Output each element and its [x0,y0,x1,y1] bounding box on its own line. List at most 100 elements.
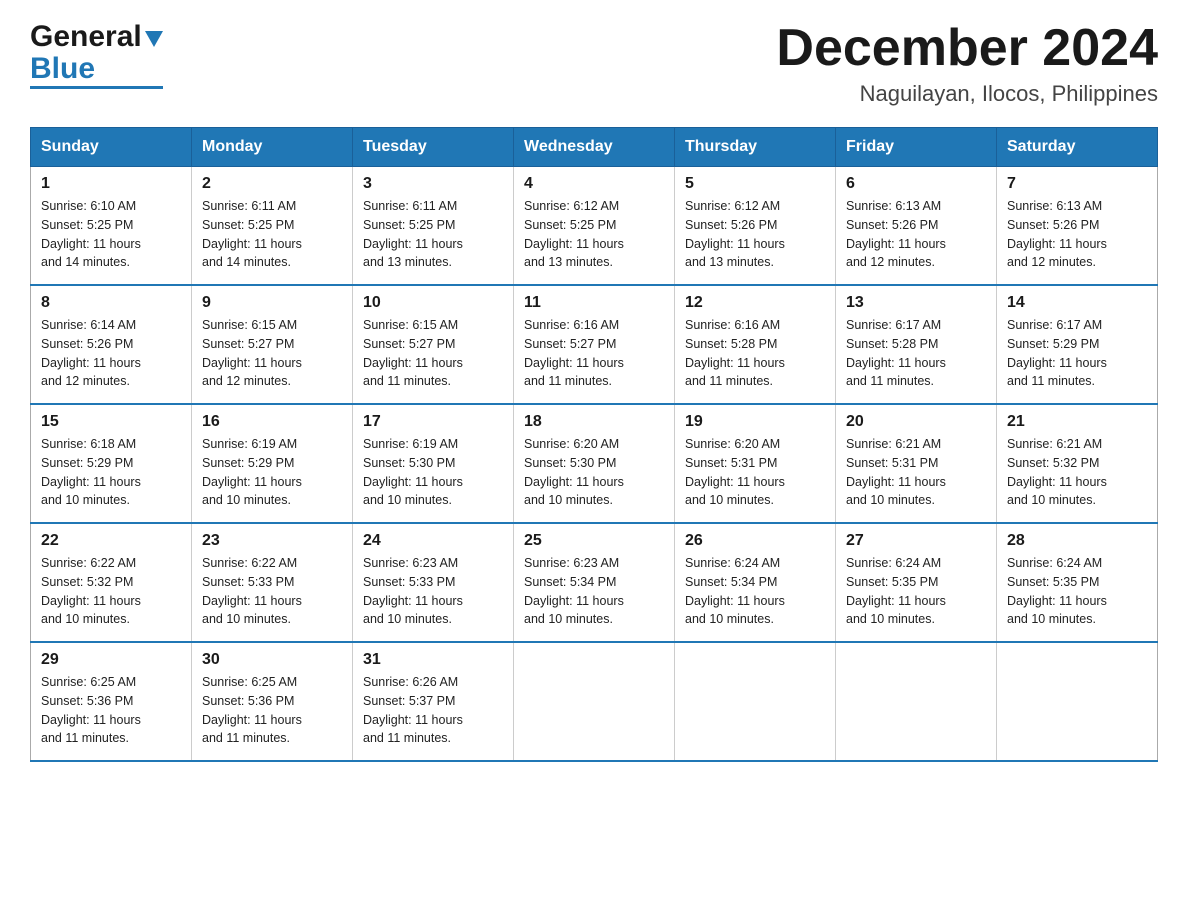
logo-general-eneral: eneral [53,20,141,54]
calendar-cell-w4-d7: 28 Sunrise: 6:24 AMSunset: 5:35 PMDaylig… [997,523,1158,642]
day-info: Sunrise: 6:24 AMSunset: 5:35 PMDaylight:… [846,556,946,626]
day-number: 24 [363,532,503,550]
day-number: 26 [685,532,825,550]
day-info: Sunrise: 6:13 AMSunset: 5:26 PMDaylight:… [1007,199,1107,269]
calendar-cell-w2-d5: 12 Sunrise: 6:16 AMSunset: 5:28 PMDaylig… [675,285,836,404]
day-info: Sunrise: 6:19 AMSunset: 5:30 PMDaylight:… [363,437,463,507]
calendar-cell-w5-d2: 30 Sunrise: 6:25 AMSunset: 5:36 PMDaylig… [192,642,353,761]
day-number: 17 [363,413,503,431]
day-info: Sunrise: 6:15 AMSunset: 5:27 PMDaylight:… [363,318,463,388]
day-number: 9 [202,294,342,312]
day-number: 6 [846,175,986,193]
calendar-cell-w2-d1: 8 Sunrise: 6:14 AMSunset: 5:26 PMDayligh… [31,285,192,404]
day-number: 4 [524,175,664,193]
day-number: 1 [41,175,181,193]
day-number: 18 [524,413,664,431]
day-info: Sunrise: 6:19 AMSunset: 5:29 PMDaylight:… [202,437,302,507]
calendar-week-5: 29 Sunrise: 6:25 AMSunset: 5:36 PMDaylig… [31,642,1158,761]
day-number: 31 [363,651,503,669]
day-info: Sunrise: 6:10 AMSunset: 5:25 PMDaylight:… [41,199,141,269]
logo-blue-text: Blue [30,52,163,86]
day-info: Sunrise: 6:23 AMSunset: 5:33 PMDaylight:… [363,556,463,626]
day-info: Sunrise: 6:20 AMSunset: 5:30 PMDaylight:… [524,437,624,507]
calendar-cell-w1-d5: 5 Sunrise: 6:12 AMSunset: 5:26 PMDayligh… [675,167,836,286]
header-monday: Monday [192,128,353,167]
day-number: 16 [202,413,342,431]
day-number: 7 [1007,175,1147,193]
day-info: Sunrise: 6:15 AMSunset: 5:27 PMDaylight:… [202,318,302,388]
day-number: 27 [846,532,986,550]
day-info: Sunrise: 6:17 AMSunset: 5:28 PMDaylight:… [846,318,946,388]
day-info: Sunrise: 6:25 AMSunset: 5:36 PMDaylight:… [41,675,141,745]
day-number: 20 [846,413,986,431]
calendar-cell-w3-d6: 20 Sunrise: 6:21 AMSunset: 5:31 PMDaylig… [836,404,997,523]
page-header: G eneral Blue December 2024 Naguilayan, … [30,20,1158,107]
day-number: 14 [1007,294,1147,312]
calendar-cell-w1-d1: 1 Sunrise: 6:10 AMSunset: 5:25 PMDayligh… [31,167,192,286]
calendar-cell-w1-d4: 4 Sunrise: 6:12 AMSunset: 5:25 PMDayligh… [514,167,675,286]
day-info: Sunrise: 6:17 AMSunset: 5:29 PMDaylight:… [1007,318,1107,388]
day-info: Sunrise: 6:18 AMSunset: 5:29 PMDaylight:… [41,437,141,507]
calendar-cell-w4-d6: 27 Sunrise: 6:24 AMSunset: 5:35 PMDaylig… [836,523,997,642]
day-number: 12 [685,294,825,312]
calendar-header-row: Sunday Monday Tuesday Wednesday Thursday… [31,128,1158,167]
calendar-week-4: 22 Sunrise: 6:22 AMSunset: 5:32 PMDaylig… [31,523,1158,642]
calendar-cell-w2-d7: 14 Sunrise: 6:17 AMSunset: 5:29 PMDaylig… [997,285,1158,404]
day-info: Sunrise: 6:11 AMSunset: 5:25 PMDaylight:… [202,199,302,269]
calendar-cell-w4-d5: 26 Sunrise: 6:24 AMSunset: 5:34 PMDaylig… [675,523,836,642]
calendar-cell-w5-d5 [675,642,836,761]
day-number: 21 [1007,413,1147,431]
day-number: 30 [202,651,342,669]
calendar-cell-w3-d4: 18 Sunrise: 6:20 AMSunset: 5:30 PMDaylig… [514,404,675,523]
day-info: Sunrise: 6:26 AMSunset: 5:37 PMDaylight:… [363,675,463,745]
calendar-week-2: 8 Sunrise: 6:14 AMSunset: 5:26 PMDayligh… [31,285,1158,404]
day-info: Sunrise: 6:22 AMSunset: 5:33 PMDaylight:… [202,556,302,626]
day-info: Sunrise: 6:16 AMSunset: 5:27 PMDaylight:… [524,318,624,388]
header-saturday: Saturday [997,128,1158,167]
calendar-table: Sunday Monday Tuesday Wednesday Thursday… [30,127,1158,762]
calendar-week-3: 15 Sunrise: 6:18 AMSunset: 5:29 PMDaylig… [31,404,1158,523]
calendar-cell-w5-d3: 31 Sunrise: 6:26 AMSunset: 5:37 PMDaylig… [353,642,514,761]
calendar-cell-w3-d1: 15 Sunrise: 6:18 AMSunset: 5:29 PMDaylig… [31,404,192,523]
header-friday: Friday [836,128,997,167]
title-section: December 2024 Naguilayan, Ilocos, Philip… [776,20,1158,107]
day-number: 19 [685,413,825,431]
day-info: Sunrise: 6:22 AMSunset: 5:32 PMDaylight:… [41,556,141,626]
calendar-cell-w4-d2: 23 Sunrise: 6:22 AMSunset: 5:33 PMDaylig… [192,523,353,642]
calendar-cell-w1-d6: 6 Sunrise: 6:13 AMSunset: 5:26 PMDayligh… [836,167,997,286]
day-info: Sunrise: 6:25 AMSunset: 5:36 PMDaylight:… [202,675,302,745]
logo-underline [30,86,163,89]
day-number: 15 [41,413,181,431]
day-info: Sunrise: 6:24 AMSunset: 5:35 PMDaylight:… [1007,556,1107,626]
calendar-cell-w1-d7: 7 Sunrise: 6:13 AMSunset: 5:26 PMDayligh… [997,167,1158,286]
calendar-cell-w4-d4: 25 Sunrise: 6:23 AMSunset: 5:34 PMDaylig… [514,523,675,642]
calendar-cell-w1-d2: 2 Sunrise: 6:11 AMSunset: 5:25 PMDayligh… [192,167,353,286]
calendar-cell-w4-d3: 24 Sunrise: 6:23 AMSunset: 5:33 PMDaylig… [353,523,514,642]
day-info: Sunrise: 6:21 AMSunset: 5:31 PMDaylight:… [846,437,946,507]
day-number: 8 [41,294,181,312]
day-number: 13 [846,294,986,312]
day-info: Sunrise: 6:12 AMSunset: 5:26 PMDaylight:… [685,199,785,269]
calendar-cell-w3-d2: 16 Sunrise: 6:19 AMSunset: 5:29 PMDaylig… [192,404,353,523]
calendar-week-1: 1 Sunrise: 6:10 AMSunset: 5:25 PMDayligh… [31,167,1158,286]
day-number: 5 [685,175,825,193]
calendar-cell-w4-d1: 22 Sunrise: 6:22 AMSunset: 5:32 PMDaylig… [31,523,192,642]
day-info: Sunrise: 6:12 AMSunset: 5:25 PMDaylight:… [524,199,624,269]
day-info: Sunrise: 6:24 AMSunset: 5:34 PMDaylight:… [685,556,785,626]
calendar-cell-w3-d7: 21 Sunrise: 6:21 AMSunset: 5:32 PMDaylig… [997,404,1158,523]
day-info: Sunrise: 6:11 AMSunset: 5:25 PMDaylight:… [363,199,463,269]
day-number: 10 [363,294,503,312]
day-info: Sunrise: 6:16 AMSunset: 5:28 PMDaylight:… [685,318,785,388]
day-info: Sunrise: 6:21 AMSunset: 5:32 PMDaylight:… [1007,437,1107,507]
calendar-cell-w2-d6: 13 Sunrise: 6:17 AMSunset: 5:28 PMDaylig… [836,285,997,404]
day-number: 25 [524,532,664,550]
calendar-cell-w2-d4: 11 Sunrise: 6:16 AMSunset: 5:27 PMDaylig… [514,285,675,404]
calendar-cell-w1-d3: 3 Sunrise: 6:11 AMSunset: 5:25 PMDayligh… [353,167,514,286]
header-thursday: Thursday [675,128,836,167]
header-tuesday: Tuesday [353,128,514,167]
day-info: Sunrise: 6:13 AMSunset: 5:26 PMDaylight:… [846,199,946,269]
calendar-cell-w5-d6 [836,642,997,761]
calendar-cell-w5-d4 [514,642,675,761]
day-number: 22 [41,532,181,550]
day-info: Sunrise: 6:23 AMSunset: 5:34 PMDaylight:… [524,556,624,626]
